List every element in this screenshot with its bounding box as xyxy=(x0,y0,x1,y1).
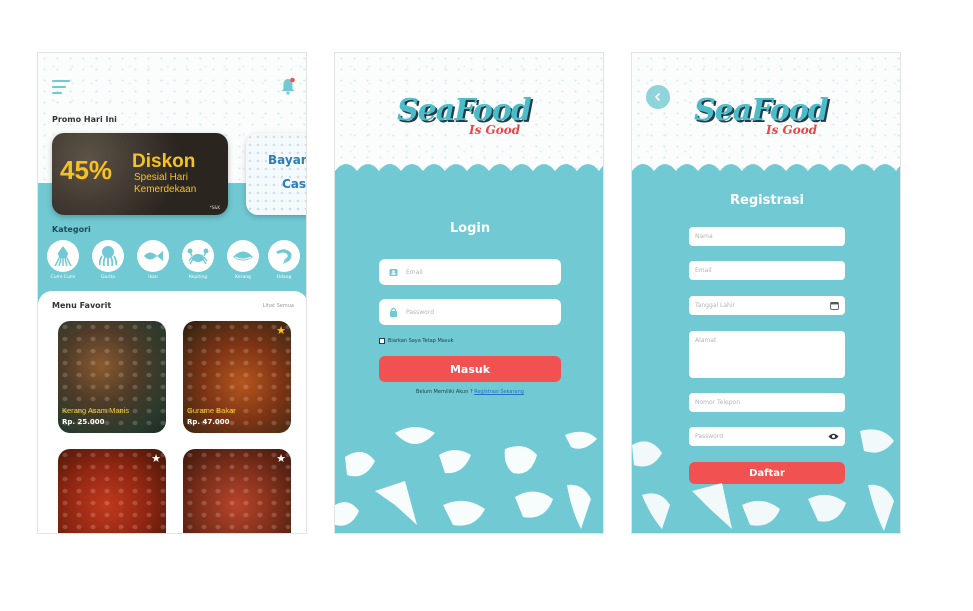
id-card-icon xyxy=(389,268,398,277)
star-icon[interactable]: ★ xyxy=(151,452,161,465)
lock-icon xyxy=(389,307,398,317)
password-input[interactable]: Password xyxy=(379,299,561,325)
wave-divider xyxy=(335,164,603,187)
login-screen: SeaFood Is Good Login Email Password Bia… xyxy=(334,52,604,534)
canvas: Promo Hari Ini 45% Diskon Spesial Hari K… xyxy=(0,0,973,611)
food-card[interactable]: Kerang Asam Manis Rp. 25.000 xyxy=(58,321,166,433)
category-ikan[interactable]: Ikan xyxy=(134,240,172,280)
seafood-logo: SeaFood Is Good xyxy=(694,93,829,137)
email-input[interactable]: Email xyxy=(689,261,845,280)
food-price: Rp. 47.000 xyxy=(187,418,230,426)
star-icon[interactable]: ★ xyxy=(276,452,286,465)
seafood-illustration xyxy=(335,427,597,529)
favorite-menu-panel: Menu Favorit Lihat Semua Kerang Asam Man… xyxy=(38,291,306,533)
squid-icon xyxy=(54,246,72,267)
clam-icon xyxy=(233,251,253,261)
checkbox-icon[interactable] xyxy=(379,338,385,344)
login-button[interactable]: Masuk xyxy=(379,356,561,382)
food-card[interactable]: ★ xyxy=(58,449,166,533)
seafood-logo: SeaFood Is Good xyxy=(397,93,532,137)
star-filled-icon[interactable]: ★ xyxy=(276,324,286,337)
kategori-title: Kategori xyxy=(52,225,91,234)
category-label: Gurita xyxy=(101,275,115,280)
phone-input[interactable]: Nomor Telepon xyxy=(689,393,845,412)
hamburger-menu-icon[interactable] xyxy=(52,80,70,94)
category-kepiting[interactable]: Kepiting xyxy=(179,240,217,280)
email-input[interactable]: Email xyxy=(379,259,561,285)
food-name: Kerang Asam Manis xyxy=(62,406,130,415)
fish-icon xyxy=(144,251,163,261)
promo2-line1: Bayar xyxy=(268,153,307,167)
name-input[interactable]: Nama xyxy=(689,227,845,246)
register-link[interactable]: Registrasi Sekarang xyxy=(474,389,524,395)
promo-line3: Kemerdekaan xyxy=(134,184,197,195)
food-card[interactable]: ★ xyxy=(183,449,291,533)
promo-banner-discount[interactable]: 45% Diskon Spesial Hari Kemerdekaan *S&K xyxy=(52,133,228,215)
register-title: Registrasi xyxy=(730,193,804,208)
see-all-link[interactable]: Lihat Semua xyxy=(263,303,294,309)
seafood-illustration xyxy=(632,429,894,531)
home-screen: Promo Hari Ini 45% Diskon Spesial Hari K… xyxy=(37,52,307,534)
promo-percent: 45% xyxy=(60,155,113,185)
octopus-icon xyxy=(98,246,118,267)
login-title: Login xyxy=(449,221,491,236)
category-label: Kerang xyxy=(235,275,251,280)
dob-input[interactable]: Tanggal Lahir xyxy=(689,296,845,315)
promo2-line2: Cas xyxy=(282,177,307,191)
favorite-title: Menu Favorit xyxy=(52,301,112,310)
chevron-left-icon xyxy=(654,92,661,102)
back-button[interactable] xyxy=(646,85,670,109)
category-gurita[interactable]: Gurita xyxy=(89,240,127,280)
address-textarea[interactable]: Alamat xyxy=(689,331,845,378)
crab-icon xyxy=(187,248,209,265)
category-label: Udang xyxy=(276,275,292,280)
promo-terms: *S&K xyxy=(209,205,220,210)
promo-title: Promo Hari Ini xyxy=(52,115,117,124)
category-label: Cumi-Cumi xyxy=(50,275,76,280)
food-name: Gurame Bakar xyxy=(187,406,236,415)
category-udang[interactable]: Udang xyxy=(265,240,303,280)
category-cumi[interactable]: Cumi-Cumi xyxy=(44,240,82,280)
food-card[interactable]: ★ Gurame Bakar Rp. 47.000 xyxy=(183,321,291,433)
food-price: Rp. 25.000 xyxy=(62,418,105,426)
promo-banner-cashless[interactable]: Bayar Cas xyxy=(246,133,307,215)
register-screen: SeaFood Is Good Registrasi Nama Email Ta… xyxy=(631,52,901,534)
category-label: Kepiting xyxy=(188,275,208,280)
register-prompt: Belum Memiliki Akun ? Registrasi Sekaran… xyxy=(416,389,524,395)
promo-line1: Diskon xyxy=(132,151,196,172)
wave-divider xyxy=(632,164,900,187)
calendar-icon[interactable] xyxy=(830,301,839,310)
remember-me-checkbox[interactable]: Biarkan Saya Tetap Masuk xyxy=(379,338,454,344)
shrimp-icon xyxy=(276,249,292,264)
category-kerang[interactable]: Kerang xyxy=(224,240,262,280)
category-label: Ikan xyxy=(148,275,158,280)
promo-line2: Spesial Hari xyxy=(134,172,188,183)
notification-bell-icon[interactable] xyxy=(280,77,296,95)
